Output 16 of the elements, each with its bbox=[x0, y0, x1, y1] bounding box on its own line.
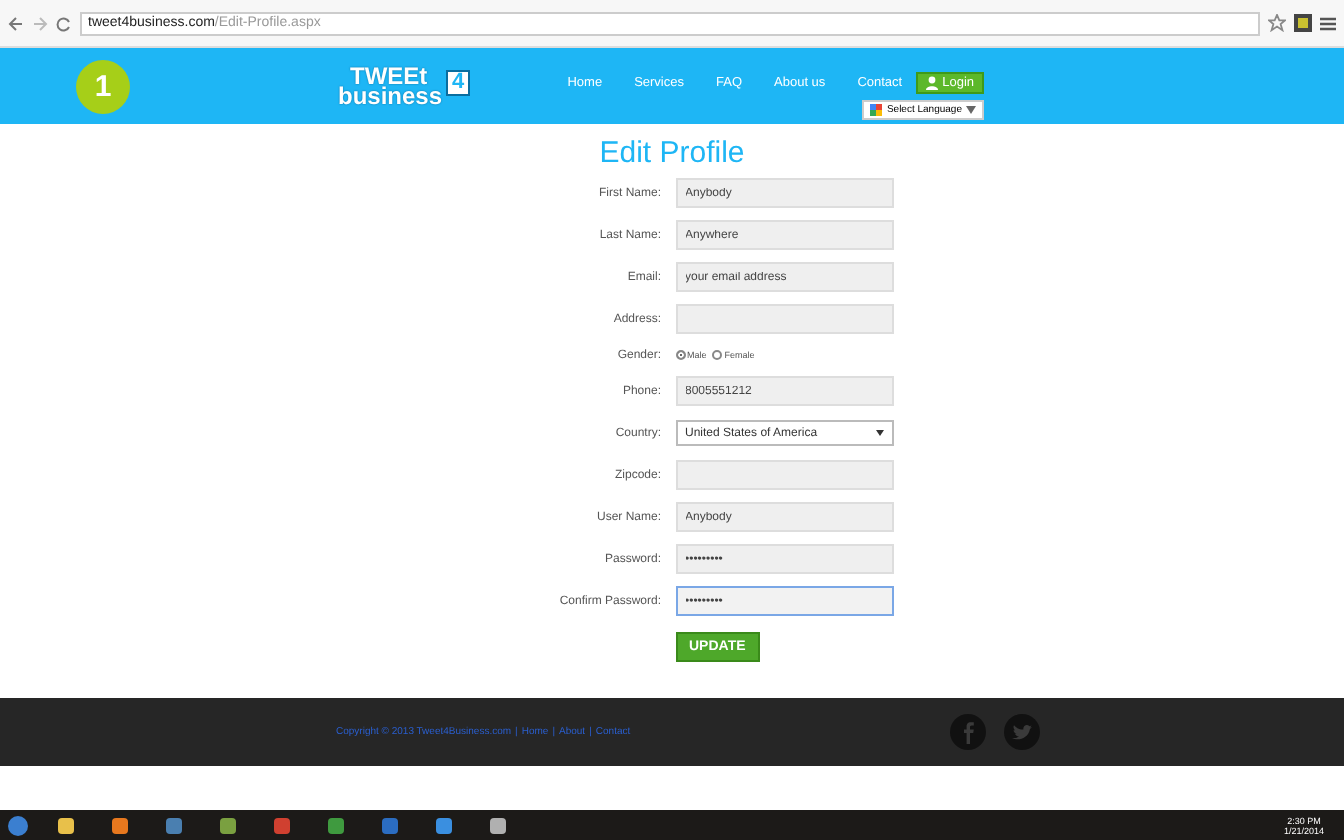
radio-button[interactable] bbox=[675, 350, 685, 360]
radio-button[interactable] bbox=[712, 350, 723, 360]
back-icon[interactable] bbox=[8, 15, 24, 31]
star-icon[interactable] bbox=[1268, 14, 1286, 32]
extension-icon[interactable] bbox=[1294, 14, 1312, 32]
dropdown-caret-icon bbox=[875, 430, 883, 436]
page-title: Edit Profile bbox=[599, 136, 745, 170]
dropdown-caret-icon bbox=[966, 106, 976, 114]
number-badge: 1 bbox=[76, 59, 130, 113]
user-icon bbox=[926, 76, 939, 90]
input-field[interactable] bbox=[675, 304, 893, 334]
reload-icon[interactable] bbox=[56, 15, 72, 31]
taskbar-button[interactable] bbox=[4, 812, 30, 838]
translate-icon bbox=[870, 104, 883, 116]
menu-icon[interactable] bbox=[1320, 15, 1336, 31]
input-field[interactable] bbox=[675, 460, 893, 490]
